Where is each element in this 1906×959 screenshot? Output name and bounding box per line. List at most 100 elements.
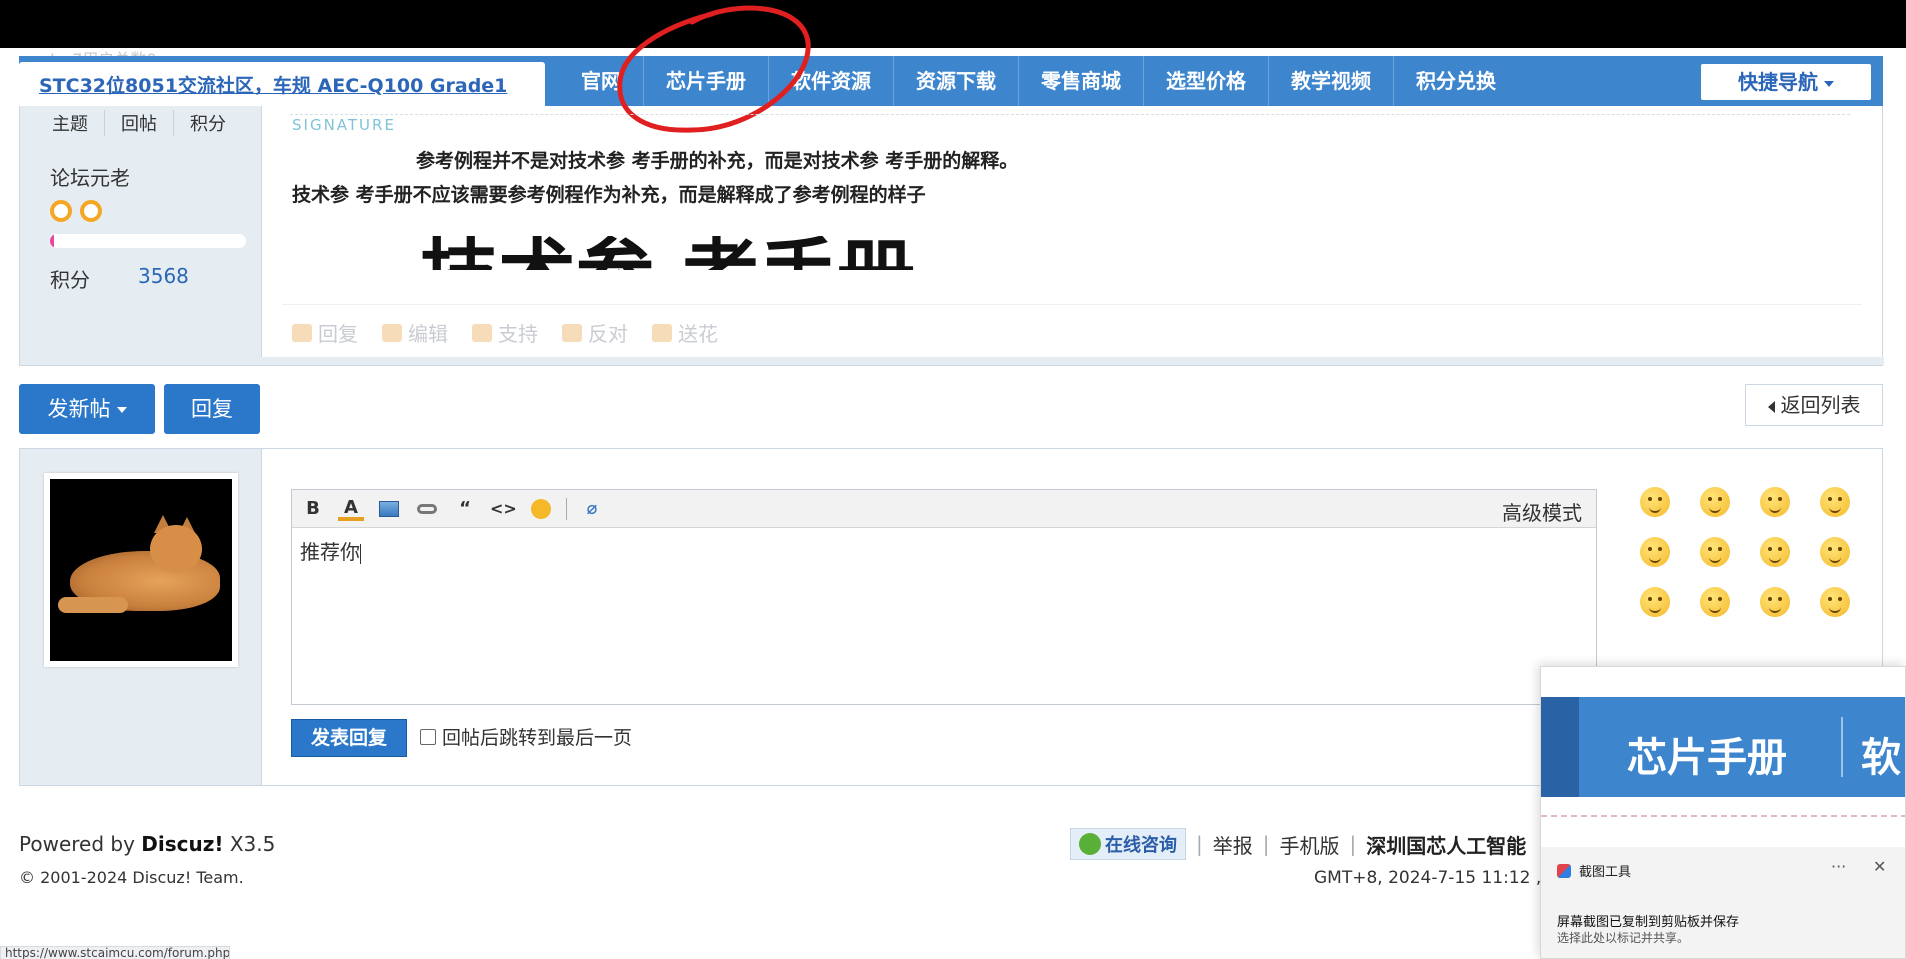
pencil-icon xyxy=(382,323,402,342)
new-post-label: 发新帖 xyxy=(47,397,111,421)
emoji-icon[interactable] xyxy=(1760,537,1790,567)
toast-app: 截图工具 xyxy=(1557,861,1631,880)
stat-replies[interactable]: 回帖 xyxy=(105,110,174,136)
emoji-icon[interactable] xyxy=(1700,587,1730,617)
emoji-icon[interactable] xyxy=(1820,537,1850,567)
code-icon[interactable]: <> xyxy=(490,496,517,522)
back-to-list-label: 返回列表 xyxy=(1780,393,1861,417)
server-time: GMT+8, 2024-7-15 11:12 , P xyxy=(1314,868,1557,888)
sun-icon xyxy=(50,200,72,222)
snipping-tool-notification[interactable]: 芯片手册 软 截图工具 ··· ✕ 屏幕截图已复制到剪贴板并保存 选择此处以标记… xyxy=(1540,666,1906,959)
footer-separator: | xyxy=(1196,832,1203,856)
action-reply[interactable]: 回复 xyxy=(292,318,358,347)
emoji-panel xyxy=(1640,487,1880,617)
emoji-icon[interactable] xyxy=(1640,487,1670,517)
nav-link-points[interactable]: 积分兑换 xyxy=(1394,56,1518,106)
image-icon[interactable] xyxy=(376,496,402,522)
signature-image-text: 技术参 考手册 xyxy=(420,236,1120,270)
report-link[interactable]: 举报 xyxy=(1213,830,1253,859)
font-color-icon[interactable]: A xyxy=(338,497,364,521)
status-url: https://www.stcaimcu.com/forum.php xyxy=(0,946,230,959)
action-oppose[interactable]: 反对 xyxy=(562,318,628,347)
back-to-list-button[interactable]: 返回列表 xyxy=(1745,384,1883,426)
editor-tools: B A “ <> ⌀ xyxy=(300,496,605,522)
link-icon[interactable] xyxy=(414,496,440,522)
advanced-mode-link[interactable]: 高级模式 xyxy=(1502,497,1582,526)
chevron-down-icon xyxy=(116,407,127,413)
toast-body: 截图工具 ··· ✕ 屏幕截图已复制到剪贴板并保存 选择此处以标记并共享。 xyxy=(1541,847,1905,958)
screenshot-preview[interactable]: 芯片手册 软 xyxy=(1541,667,1905,847)
cat-paw xyxy=(58,597,128,613)
stat-threads[interactable]: 主题 xyxy=(34,110,105,136)
snipping-tool-icon xyxy=(1557,863,1571,878)
signature-big-text: 技术参 考手册 xyxy=(420,236,1120,270)
signature-line-1: 参考例程并不是对技术参 考手册的补充，而是对技术参 考手册的解释。 xyxy=(416,150,1019,172)
emoji-icon[interactable] xyxy=(1820,587,1850,617)
quote-icon[interactable]: “ xyxy=(452,496,478,522)
signature-divider xyxy=(290,114,1850,115)
nav-link-downloads[interactable]: 资源下载 xyxy=(894,56,1019,106)
submit-reply-button[interactable]: 发表回复 xyxy=(291,719,407,757)
stat-points[interactable]: 积分 xyxy=(174,110,242,136)
preview-dashed-line xyxy=(1541,815,1905,817)
action-support[interactable]: 支持 xyxy=(472,318,538,347)
arrow-down-icon xyxy=(562,323,582,342)
emoji-icon[interactable] xyxy=(1700,537,1730,567)
company-link[interactable]: 深圳国芯人工智能 xyxy=(1366,830,1526,859)
nav-link-shop[interactable]: 零售商城 xyxy=(1019,56,1144,106)
emoji-icon[interactable] xyxy=(1640,537,1670,567)
toast-app-name: 截图工具 xyxy=(1579,865,1632,880)
online-consult-button[interactable]: 在线咨询 xyxy=(1070,828,1186,860)
action-edit[interactable]: 编辑 xyxy=(382,318,448,347)
chat-icon xyxy=(1079,833,1101,855)
discuz-link[interactable]: Discuz! xyxy=(141,832,223,856)
bold-icon[interactable]: B xyxy=(300,496,326,522)
post-actions: 回复 编辑 支持 反对 送花 xyxy=(292,318,718,347)
action-oppose-label: 反对 xyxy=(588,322,628,346)
actions-divider xyxy=(282,304,1862,305)
text-cursor xyxy=(360,543,361,564)
jump-checkbox[interactable] xyxy=(420,728,436,745)
reply-textarea[interactable]: 推荐你 xyxy=(292,528,1596,573)
forum-title-link[interactable]: STC32位8051交流社区，车规 AEC-Q100 Grade1 xyxy=(19,62,545,106)
emoji-icon[interactable] xyxy=(1760,587,1790,617)
footer-separator: | xyxy=(1262,832,1270,856)
avatar[interactable] xyxy=(44,473,238,667)
browser-top-bar xyxy=(0,0,1906,48)
action-flower-label: 送花 xyxy=(678,322,718,346)
quick-nav-button[interactable]: 快捷导航 xyxy=(1701,64,1871,100)
reply-text: 推荐你 xyxy=(300,540,360,564)
more-options-icon[interactable]: ··· xyxy=(1831,857,1846,876)
toast-title: 屏幕截图已复制到剪贴板并保存 xyxy=(1557,915,1740,930)
mobile-link[interactable]: 手机版 xyxy=(1280,830,1340,859)
author-panel: 主题 回帖 积分 论坛元老 积分 3568 xyxy=(20,106,262,365)
footer-separator: | xyxy=(1349,832,1357,856)
jump-last-page-option[interactable]: 回帖后跳转到最后一页 xyxy=(420,723,632,750)
nav-link-pricing[interactable]: 选型价格 xyxy=(1144,56,1269,106)
nav-link-videos[interactable]: 教学视频 xyxy=(1269,56,1394,106)
online-consult-label: 在线咨询 xyxy=(1105,835,1177,856)
sun-icon xyxy=(80,200,102,222)
rank-progress-bar xyxy=(50,234,246,248)
avatar-cat-image xyxy=(50,479,232,661)
emoji-icon[interactable] xyxy=(1760,487,1790,517)
author-rank[interactable]: 论坛元老 xyxy=(50,162,130,191)
emoji-icon[interactable] xyxy=(1640,587,1670,617)
post-block: 主题 回帖 积分 论坛元老 积分 3568 SIGNATURE 参考例程并不是对… xyxy=(19,106,1884,366)
powered-by: Powered by Discuz! X3.5 xyxy=(19,832,275,856)
close-icon[interactable]: ✕ xyxy=(1873,857,1886,876)
preview-nav-edge xyxy=(1541,697,1579,797)
author-stats: 主题 回帖 积分 xyxy=(34,110,242,136)
emoji-icon[interactable] xyxy=(1700,487,1730,517)
toast-subtitle: 选择此处以标记并共享。 xyxy=(1557,931,1690,945)
points-value[interactable]: 3568 xyxy=(138,264,189,288)
action-flower[interactable]: 送花 xyxy=(652,318,718,347)
new-post-button[interactable]: 发新帖 xyxy=(19,384,155,434)
smiley-icon[interactable] xyxy=(528,496,554,522)
paperclip-icon[interactable]: ⌀ xyxy=(579,496,605,522)
copyright: © 2001-2024 Discuz! Team. xyxy=(19,868,244,887)
flower-icon xyxy=(652,323,672,342)
emoji-icon[interactable] xyxy=(1820,487,1850,517)
reply-button[interactable]: 回复 xyxy=(164,384,260,434)
post-bottom-strip xyxy=(20,357,1884,365)
